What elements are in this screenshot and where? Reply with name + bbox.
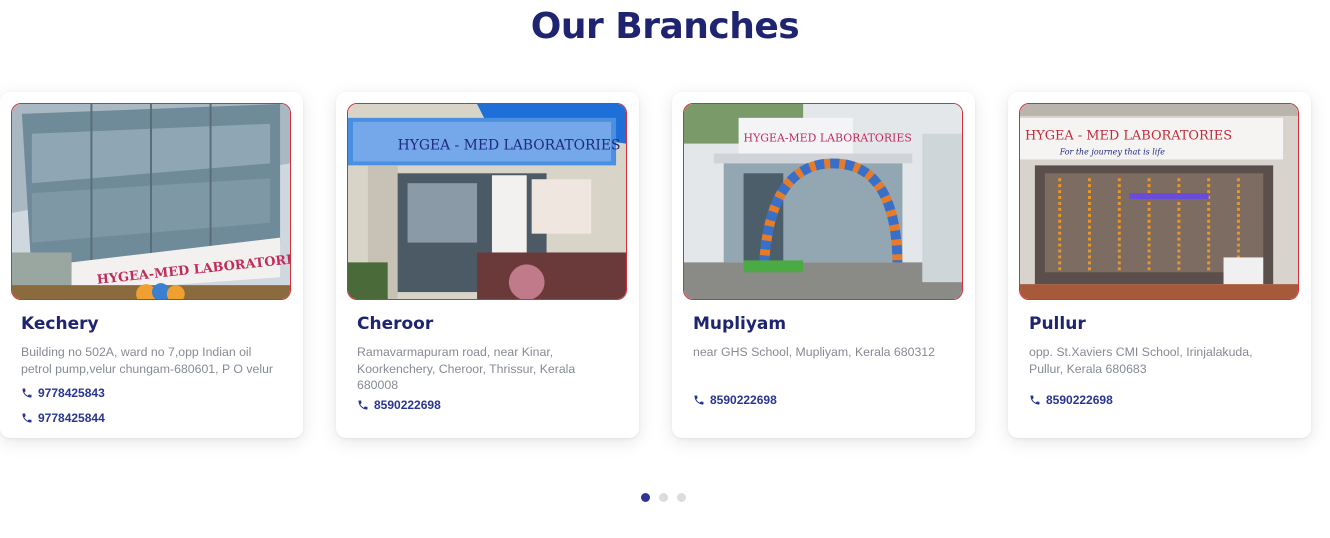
phone-list: 9778425843 9778425844: [21, 380, 105, 430]
branch-card-cheroor[interactable]: HYGEA - MED LABORATORIES Cheroor Ramavar…: [336, 92, 639, 438]
branch-card-pullur[interactable]: HYGEA - MED LABORATORIES For the journey…: [1008, 92, 1311, 438]
phone-icon: [693, 394, 705, 406]
phone-number: 9778425844: [38, 410, 105, 425]
phone-link[interactable]: 9778425844: [21, 405, 105, 430]
phone-number: 8590222698: [1046, 392, 1113, 407]
carousel-dot[interactable]: [659, 493, 668, 502]
phone-icon: [1029, 394, 1041, 406]
branch-card-kechery[interactable]: HYGEA-MED LABORATORIES Kechery Building …: [0, 92, 303, 438]
branch-address: Building no 502A, ward no 7,opp Indian o…: [21, 345, 274, 376]
carousel-dot[interactable]: [677, 493, 686, 502]
phone-icon: [21, 387, 33, 399]
storefront-sign-text: HYGEA-MED LABORATORIES: [744, 132, 912, 145]
storefront-sign-text: HYGEA - MED LABORATORIES: [398, 138, 621, 154]
branch-name: Kechery: [21, 314, 99, 334]
phone-link[interactable]: 8590222698: [693, 387, 777, 412]
branch-name: Pullur: [1029, 314, 1086, 334]
branch-image: HYGEA - MED LABORATORIES: [347, 103, 627, 300]
branch-address: near GHS School, Mupliyam, Kerala 680312: [693, 345, 935, 359]
branch-address: opp. St.Xaviers CMI School, Irinjalakuda…: [1029, 345, 1253, 376]
phone-icon: [357, 399, 369, 411]
phone-list: 8590222698: [1029, 387, 1113, 412]
branch-card-mupliyam[interactable]: HYGEA-MED LABORATORIES Mupliyam near GHS…: [672, 92, 975, 438]
storefront-sign-tagline: For the journey that is life: [1059, 147, 1166, 156]
phone-link[interactable]: 8590222698: [357, 392, 441, 417]
storefront-sign-text: HYGEA - MED LABORATORIES: [1025, 129, 1232, 144]
phone-number: 8590222698: [710, 392, 777, 407]
branch-image: HYGEA - MED LABORATORIES For the journey…: [1019, 103, 1299, 300]
carousel-pagination: [641, 493, 686, 502]
phone-link[interactable]: 9778425843: [21, 380, 105, 405]
carousel-dot[interactable]: [641, 493, 650, 502]
phone-number: 8590222698: [374, 397, 441, 412]
phone-icon: [21, 412, 33, 424]
phone-link[interactable]: 8590222698: [1029, 387, 1113, 412]
section-title: Our Branches: [530, 6, 800, 47]
phone-list: 8590222698: [357, 392, 441, 417]
branch-image: HYGEA-MED LABORATORIES: [683, 103, 963, 300]
phone-number: 9778425843: [38, 385, 105, 400]
branch-image: HYGEA-MED LABORATORIES: [11, 103, 291, 300]
branch-name: Mupliyam: [693, 314, 787, 334]
branch-name: Cheroor: [357, 314, 434, 334]
phone-list: 8590222698: [693, 387, 777, 412]
branch-address: Ramavarmapuram road, near Kinar, Koorken…: [357, 345, 576, 392]
